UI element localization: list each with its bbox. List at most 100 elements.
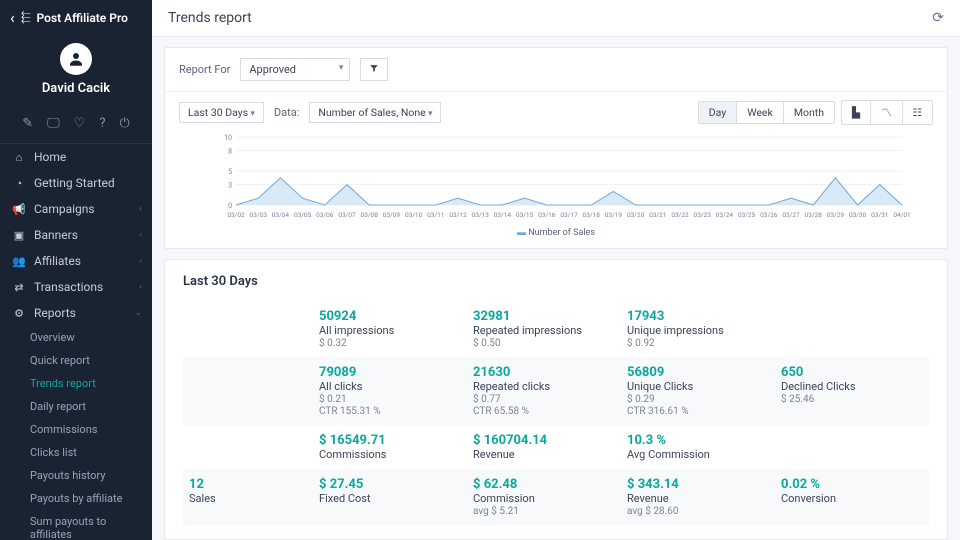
sidebar-sub-commissions[interactable]: Commissions bbox=[0, 418, 152, 441]
stat-value: 21630 bbox=[473, 365, 615, 380]
svg-text:03/13: 03/13 bbox=[472, 211, 490, 219]
stat-value: 79089 bbox=[319, 365, 461, 380]
stat-value: 12 bbox=[189, 477, 307, 492]
svg-text:3: 3 bbox=[228, 182, 232, 190]
sidebar-item-home[interactable]: ⌂Home bbox=[0, 144, 152, 170]
stat-sub: $ 0.50 bbox=[473, 338, 615, 349]
svg-text:03/18: 03/18 bbox=[583, 211, 601, 219]
range-select[interactable]: Last 30 Days bbox=[179, 102, 264, 123]
stat-label: Commissions bbox=[319, 448, 461, 461]
stat-cell: 32981Repeated impressions$ 0.50 bbox=[467, 301, 621, 357]
stat-cell: $ 160704.14Revenue bbox=[467, 425, 621, 469]
stat-label: All impressions bbox=[319, 324, 461, 337]
monitor-icon[interactable]: 🖵 bbox=[47, 116, 60, 131]
svg-text:03/08: 03/08 bbox=[361, 211, 379, 219]
stat-label: Declined Clicks bbox=[781, 380, 923, 393]
user-section: David Cacik bbox=[0, 35, 152, 108]
stat-label: Avg Commission bbox=[627, 448, 769, 461]
data-label: Data: bbox=[274, 106, 299, 119]
heart-icon[interactable]: ♡ bbox=[74, 116, 86, 131]
sidebar-item-banners[interactable]: ▣Banners‹ bbox=[0, 222, 152, 248]
svg-text:03/05: 03/05 bbox=[294, 211, 312, 219]
trends-chart: 03581003/0203/0303/0403/0503/0603/0703/0… bbox=[179, 133, 933, 223]
sidebar-sub-overview[interactable]: Overview bbox=[0, 326, 152, 349]
svg-text:03/26: 03/26 bbox=[760, 211, 778, 219]
stat-value: $ 343.14 bbox=[627, 477, 769, 492]
sidebar-item-transactions[interactable]: ⇄Transactions‹ bbox=[0, 274, 152, 300]
svg-text:03/15: 03/15 bbox=[516, 211, 534, 219]
svg-text:03/28: 03/28 bbox=[805, 211, 823, 219]
sidebar-item-campaigns[interactable]: 📢Campaigns‹ bbox=[0, 196, 152, 222]
stat-cell: $ 343.14Revenueavg $ 28.60 bbox=[621, 469, 775, 525]
stat-value: 650 bbox=[781, 365, 923, 380]
svg-text:8: 8 bbox=[228, 148, 232, 156]
sidebar-item-affiliates[interactable]: 👥Affiliates‹ bbox=[0, 248, 152, 274]
stat-sub: $ 0.21 bbox=[319, 394, 461, 405]
stat-sub: $ 0.29 bbox=[627, 394, 769, 405]
nav-label: Transactions bbox=[34, 280, 103, 294]
chevron-down-icon: ⌄ bbox=[134, 308, 142, 318]
nav-icon: 👥 bbox=[12, 255, 26, 268]
granularity-month[interactable]: Month bbox=[784, 102, 834, 123]
report-for-label: Report For bbox=[179, 63, 230, 76]
sidebar-sub-payouts-history[interactable]: Payouts history bbox=[0, 464, 152, 487]
chart-type-area-icon[interactable]: ▙ bbox=[842, 101, 871, 124]
stat-cell: 650Declined Clicks$ 25.46 bbox=[775, 357, 929, 425]
nav-label: Banners bbox=[34, 228, 78, 242]
stat-sub: $ 0.92 bbox=[627, 338, 769, 349]
stat-value: 32981 bbox=[473, 309, 615, 324]
power-icon[interactable]: ⏻ bbox=[119, 116, 129, 131]
chart-type-group: ▙ 〽 ☷ bbox=[841, 100, 933, 125]
stat-cell bbox=[775, 301, 929, 357]
filter-icon[interactable] bbox=[360, 58, 388, 81]
svg-text:03/02: 03/02 bbox=[227, 211, 245, 219]
refresh-icon[interactable]: ⟳ bbox=[932, 10, 944, 26]
stat-cell: 0.02 %Conversion bbox=[775, 469, 929, 525]
avatar[interactable] bbox=[60, 43, 92, 75]
granularity-day[interactable]: Day bbox=[699, 102, 738, 123]
data-select[interactable]: Number of Sales, None bbox=[309, 102, 441, 123]
granularity-week[interactable]: Week bbox=[737, 102, 784, 123]
back-icon[interactable]: ‹ bbox=[10, 8, 15, 27]
svg-text:03/12: 03/12 bbox=[449, 211, 467, 219]
stat-cell: 10.3 %Avg Commission bbox=[621, 425, 775, 469]
svg-text:03/20: 03/20 bbox=[627, 211, 645, 219]
nav-label: Affiliates bbox=[34, 254, 81, 268]
sidebar-sub-trends-report[interactable]: Trends report bbox=[0, 372, 152, 395]
stat-cell: 21630Repeated clicks$ 0.77CTR 65.58 % bbox=[467, 357, 621, 425]
sidebar-sub-sum-payouts-to-affiliates[interactable]: Sum payouts to affiliates bbox=[0, 510, 152, 540]
report-for-select[interactable]: Approved bbox=[240, 58, 350, 81]
stat-value: $ 160704.14 bbox=[473, 433, 615, 448]
stat-label: Revenue bbox=[627, 492, 769, 505]
nav-icon: ◔ bbox=[12, 177, 26, 190]
stat-label: Fixed Cost bbox=[319, 492, 461, 505]
chart-type-bar-icon[interactable]: ☷ bbox=[903, 101, 932, 124]
stat-cell bbox=[775, 425, 929, 469]
stats-title: Last 30 Days bbox=[183, 274, 929, 289]
svg-text:04/01: 04/01 bbox=[893, 211, 910, 219]
stat-sub: avg $ 5.21 bbox=[473, 506, 615, 517]
main: Trends report ⟳ Report For Approved Last… bbox=[152, 0, 960, 540]
sidebar-item-getting-started[interactable]: ◔Getting Started bbox=[0, 170, 152, 196]
help-icon[interactable]: ? bbox=[99, 116, 105, 131]
sidebar-item-reports[interactable]: ⚙Reports⌄ bbox=[0, 300, 152, 326]
svg-text:03/21: 03/21 bbox=[649, 211, 666, 219]
stat-value: $ 62.48 bbox=[473, 477, 615, 492]
stats-grid: 50924All impressions$ 0.3232981Repeated … bbox=[183, 301, 929, 525]
stats-panel: Last 30 Days 50924All impressions$ 0.323… bbox=[164, 259, 948, 540]
edit-icon[interactable]: ✎ bbox=[22, 116, 33, 131]
sidebar-sub-clicks-list[interactable]: Clicks list bbox=[0, 441, 152, 464]
sidebar-sub-payouts-by-affiliate[interactable]: Payouts by affiliate bbox=[0, 487, 152, 510]
svg-text:03/17: 03/17 bbox=[560, 211, 578, 219]
svg-text:03/23: 03/23 bbox=[694, 211, 712, 219]
sidebar-sub-quick-report[interactable]: Quick report bbox=[0, 349, 152, 372]
stat-value: 0.02 % bbox=[781, 477, 923, 492]
logo-icon: ⬱ bbox=[21, 10, 31, 25]
stat-cell bbox=[183, 425, 313, 469]
chart-legend: ▬ Number of Sales bbox=[179, 227, 933, 238]
stat-value: $ 27.45 bbox=[319, 477, 461, 492]
svg-text:03/22: 03/22 bbox=[671, 211, 689, 219]
chart-type-line-icon[interactable]: 〽 bbox=[871, 101, 903, 124]
stat-label: Repeated impressions bbox=[473, 324, 615, 337]
sidebar-sub-daily-report[interactable]: Daily report bbox=[0, 395, 152, 418]
